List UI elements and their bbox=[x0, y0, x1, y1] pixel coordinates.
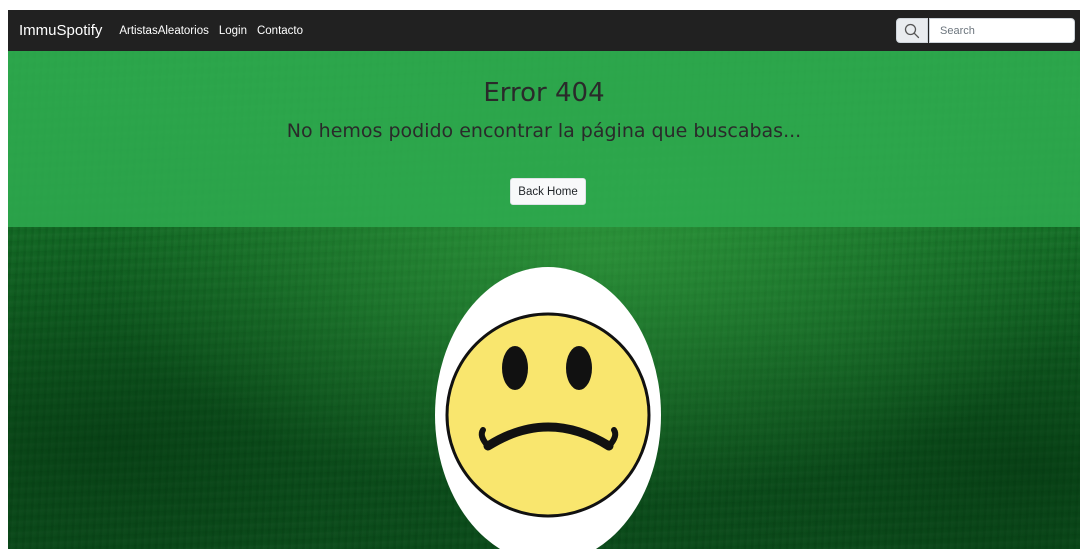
left-eye bbox=[502, 346, 528, 390]
sad-face-illustration bbox=[433, 250, 663, 549]
error-banner: Error 404 No hemos podido encontrar la p… bbox=[8, 51, 1080, 227]
back-home-button[interactable]: Back Home bbox=[510, 178, 586, 205]
nav-link-contacto[interactable]: Contacto bbox=[257, 25, 303, 37]
sad-face-icon bbox=[445, 312, 651, 518]
nav-link-artistas-aleatorios[interactable]: ArtistasAleatorios bbox=[119, 25, 208, 37]
nav-link-login[interactable]: Login bbox=[219, 25, 247, 37]
error-subtitle: No hemos podido encontrar la página que … bbox=[286, 120, 802, 142]
search-icon bbox=[904, 23, 920, 38]
page: ImmuSpotify ArtistasAleatorios Login Con… bbox=[8, 10, 1080, 549]
right-eye bbox=[566, 346, 592, 390]
navbar: ImmuSpotify ArtistasAleatorios Login Con… bbox=[8, 10, 1080, 51]
error-title: Error 404 bbox=[483, 78, 605, 108]
brand-link[interactable]: ImmuSpotify bbox=[19, 22, 102, 39]
search-button[interactable] bbox=[896, 18, 928, 43]
search-input[interactable] bbox=[929, 18, 1075, 43]
